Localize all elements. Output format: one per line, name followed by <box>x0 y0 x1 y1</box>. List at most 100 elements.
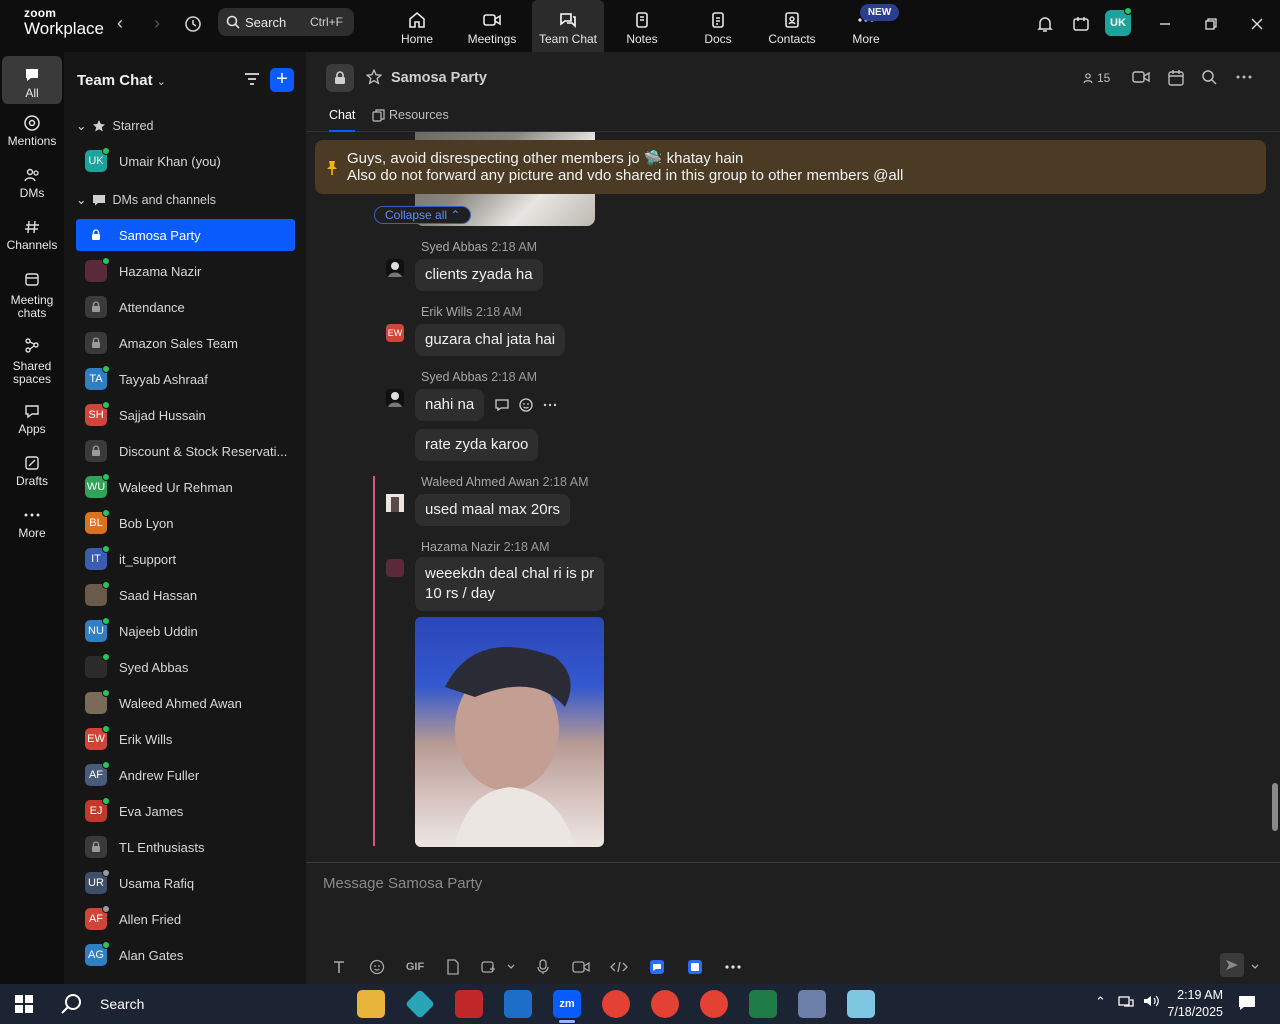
excel-icon[interactable] <box>749 990 777 1018</box>
minimize-icon[interactable] <box>1153 12 1177 36</box>
sidebar-item[interactable]: SH Sajjad Hussain <box>76 399 295 431</box>
app-icon[interactable] <box>638 957 676 977</box>
sidebar-item[interactable]: Saad Hassan <box>76 579 295 611</box>
emoji-reaction-icon[interactable] <box>518 397 534 413</box>
members-count[interactable]: 15 <box>1082 71 1110 85</box>
gif-icon[interactable]: GIF <box>396 957 434 977</box>
avatar[interactable] <box>386 259 404 277</box>
sidebar-item[interactable]: TL Enthusiasts <box>76 831 295 863</box>
calendar-icon[interactable] <box>1167 69 1185 87</box>
sidebar-item[interactable]: NU Najeeb Uddin <box>76 615 295 647</box>
back-arrow-icon[interactable]: ‹ <box>108 12 132 36</box>
message-input[interactable]: Message Samosa Party <box>323 875 482 892</box>
message-bubble[interactable]: used maal max 20rs <box>415 494 571 526</box>
chrome-icon[interactable] <box>651 990 679 1018</box>
search-input[interactable]: Search Ctrl+F <box>218 8 354 36</box>
rail-mentions[interactable]: Mentions <box>2 112 62 148</box>
search-icon[interactable] <box>1201 69 1217 85</box>
section-dms-channels[interactable]: ⌄ DMs and channels <box>76 192 216 208</box>
avatar[interactable] <box>386 559 404 577</box>
rail-all[interactable]: All <box>2 56 62 104</box>
video-message-icon[interactable] <box>562 957 600 977</box>
nav-meetings[interactable]: Meetings <box>456 0 528 52</box>
sidebar-item[interactable]: EJ Eva James <box>76 795 295 827</box>
chrome-icon[interactable] <box>700 990 728 1018</box>
sidebar-item[interactable]: Attendance <box>76 291 295 323</box>
rail-shared-spaces[interactable]: Shared spaces <box>2 334 62 386</box>
whiteboard-icon[interactable] <box>1069 12 1093 36</box>
more-options-icon[interactable] <box>1236 72 1252 82</box>
chrome-icon[interactable] <box>602 990 630 1018</box>
app-icon[interactable] <box>847 990 875 1018</box>
avatar[interactable] <box>386 494 404 512</box>
notification-bell-icon[interactable] <box>1033 12 1057 36</box>
outlook-icon[interactable] <box>504 990 532 1018</box>
message-bubble[interactable]: weeekdn deal chal ri is pr 10 rs / day <box>415 557 605 611</box>
history-icon[interactable] <box>181 12 205 36</box>
restore-icon[interactable] <box>1199 12 1223 36</box>
sidebar-item[interactable]: UK Umair Khan (you) <box>76 145 295 177</box>
close-icon[interactable] <box>1245 12 1269 36</box>
nav-notes[interactable]: Notes <box>606 0 678 52</box>
calculator-icon[interactable] <box>798 990 826 1018</box>
zoom-icon[interactable]: zm <box>553 990 581 1023</box>
rail-channels[interactable]: Channels <box>2 216 62 252</box>
rail-dms[interactable]: DMs <box>2 164 62 200</box>
rail-drafts[interactable]: Drafts <box>2 452 62 488</box>
chevron-down-icon[interactable] <box>1250 959 1260 974</box>
message-bubble[interactable]: clients zyada ha <box>415 259 543 291</box>
channel-name[interactable]: Samosa Party <box>391 70 487 86</box>
forward-arrow-icon[interactable]: › <box>145 12 169 36</box>
avatar[interactable] <box>386 389 404 407</box>
taskbar-search[interactable]: Search <box>60 992 144 1016</box>
sidebar-item[interactable]: BL Bob Lyon <box>76 507 295 539</box>
app-icon[interactable] <box>676 957 714 977</box>
screenshot-icon[interactable] <box>472 957 524 977</box>
chevron-up-icon[interactable]: ⌃ <box>1095 994 1106 1010</box>
notification-center-icon[interactable] <box>1238 995 1256 1014</box>
avatar[interactable]: EW <box>386 324 404 342</box>
tab-chat[interactable]: Chat <box>329 108 356 132</box>
nav-docs[interactable]: Docs <box>682 0 754 52</box>
scrollbar[interactable] <box>1272 783 1278 831</box>
file-explorer-icon[interactable] <box>357 990 385 1018</box>
rail-apps[interactable]: Apps <box>2 400 62 436</box>
nav-home[interactable]: Home <box>380 0 454 52</box>
file-icon[interactable] <box>434 957 472 977</box>
chevron-down-icon[interactable] <box>506 963 516 971</box>
nav-contacts[interactable]: Contacts <box>756 0 828 52</box>
sidebar-item[interactable]: Hazama Nazir <box>76 255 295 287</box>
filezilla-icon[interactable] <box>455 990 483 1018</box>
sidebar-item[interactable]: AF Andrew Fuller <box>76 759 295 791</box>
sidebar-item[interactable]: Amazon Sales Team <box>76 327 295 359</box>
nav-team-chat[interactable]: Team Chat <box>532 0 604 52</box>
sidebar-item[interactable]: Waleed Ahmed Awan <box>76 687 295 719</box>
sidebar-item[interactable]: AF Allen Fried <box>76 903 295 935</box>
reply-icon[interactable] <box>494 397 510 413</box>
filter-icon[interactable] <box>243 70 261 91</box>
sidebar-title[interactable]: Team Chat ⌄ <box>77 72 166 89</box>
message-feed[interactable]: Collapse all ⌃ Syed Abbas 2:18 AM client… <box>306 132 1280 862</box>
sidebar-item[interactable]: EW Erik Wills <box>76 723 295 755</box>
star-outline-icon[interactable] <box>365 68 383 88</box>
microphone-icon[interactable] <box>524 957 562 977</box>
sidebar-item[interactable]: AG Alan Gates <box>76 939 295 971</box>
sidebar-item[interactable]: TA Tayyab Ashraaf <box>76 363 295 395</box>
taskbar-clock[interactable]: 2:19 AM 7/18/2025 <box>1163 987 1223 1021</box>
rail-meeting-chats[interactable]: Meeting chats <box>2 268 62 320</box>
app-icon[interactable] <box>405 989 435 1019</box>
volume-icon[interactable] <box>1143 994 1159 1011</box>
more-tools-icon[interactable] <box>714 957 752 977</box>
code-snippet-icon[interactable] <box>600 957 638 977</box>
format-text-icon[interactable] <box>320 957 358 977</box>
more-icon[interactable] <box>542 397 558 413</box>
tab-resources[interactable]: Resources <box>372 108 449 122</box>
message-bubble[interactable]: nahi na <box>415 389 485 421</box>
collapse-all-button[interactable]: Collapse all ⌃ <box>374 206 472 224</box>
sidebar-item[interactable]: Discount & Stock Reservati... <box>76 435 295 467</box>
sidebar-item[interactable]: WU Waleed Ur Rehman <box>76 471 295 503</box>
sidebar-item[interactable]: UR Usama Rafiq <box>76 867 295 899</box>
message-bubble[interactable]: rate zyda karoo <box>415 429 539 461</box>
video-call-icon[interactable] <box>1132 69 1150 85</box>
message-bubble[interactable]: guzara chal jata hai <box>415 324 566 356</box>
